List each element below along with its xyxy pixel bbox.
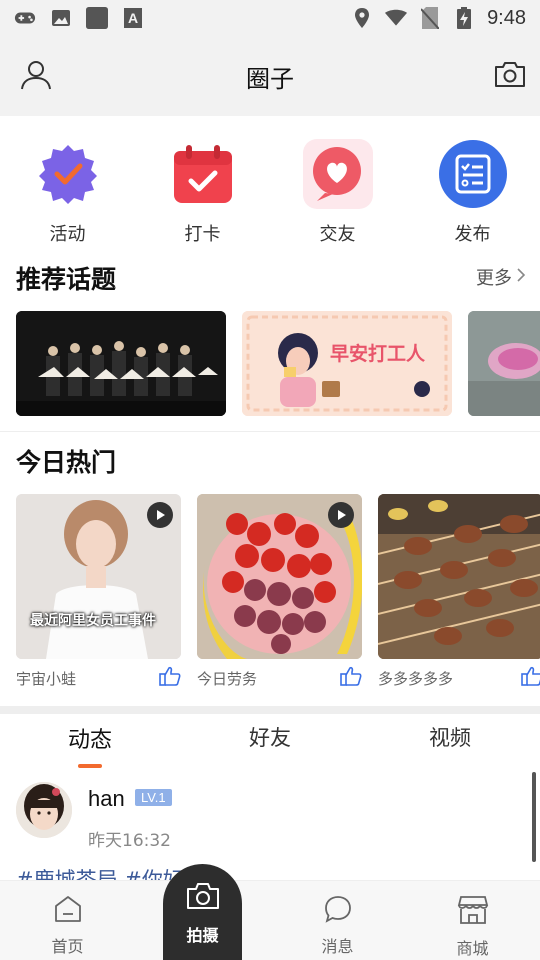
shop-icon	[457, 895, 489, 929]
quick-action-label: 活动	[49, 224, 86, 245]
hot-thumbnail[interactable]	[378, 494, 540, 659]
hot-thumbnail[interactable]: 最近阿里女员工事件	[16, 494, 181, 659]
thumbs-up-icon[interactable]	[521, 666, 540, 690]
gamepad-icon	[14, 7, 36, 29]
feed-tabs: 动态 好友 视频	[0, 722, 540, 754]
video-caption: 最近阿里女员工事件	[30, 613, 156, 629]
battery-charging-icon	[453, 7, 475, 29]
chevron-right-icon	[516, 267, 526, 288]
avatar[interactable]	[16, 782, 72, 838]
more-link[interactable]: 更多	[476, 264, 526, 290]
quick-action-publish[interactable]: 发布	[405, 138, 540, 246]
nav-home[interactable]: 首页	[0, 881, 135, 960]
hot-author: 多多多多多	[378, 669, 454, 688]
active-tab-indicator	[78, 764, 102, 768]
quick-action-checkin[interactable]: 打卡	[135, 138, 270, 246]
square-app-icon	[86, 7, 108, 29]
post-username[interactable]: han	[88, 786, 125, 812]
badge-check-icon	[32, 138, 104, 210]
wifi-icon	[385, 7, 408, 29]
thumbs-up-icon[interactable]	[340, 666, 362, 690]
tab-friends[interactable]: 好友	[180, 722, 360, 754]
user-icon[interactable]	[18, 56, 54, 92]
bottom-nav: 首页 消息 商城	[0, 880, 540, 960]
play-icon	[328, 502, 354, 528]
home-icon	[53, 895, 83, 927]
tab-video[interactable]: 视频	[360, 722, 540, 754]
thumbs-up-icon[interactable]	[159, 666, 181, 690]
topic-card[interactable]: 早安打工人	[242, 311, 452, 416]
play-icon	[147, 502, 173, 528]
topic-caption: 早安打工人	[330, 343, 426, 365]
scrollbar[interactable]	[532, 772, 536, 862]
nav-shop[interactable]: 商城	[405, 881, 540, 960]
topic-card[interactable]	[468, 311, 540, 416]
hot-card[interactable]: 今日劳务	[197, 494, 362, 689]
quick-action-friends[interactable]: 交友	[270, 138, 405, 246]
quick-action-label: 打卡	[184, 224, 221, 245]
nav-label: 消息	[321, 937, 354, 956]
level-badge: LV.1	[135, 789, 172, 806]
hot-list: 最近阿里女员工事件 宇宙小蛙 今日劳务 多多多多多	[16, 494, 540, 689]
status-bar: A 9:48	[0, 0, 540, 36]
calendar-check-icon	[167, 138, 239, 210]
chat-bubble-icon	[323, 895, 353, 927]
hot-thumbnail[interactable]	[197, 494, 362, 659]
no-sim-icon	[419, 7, 441, 29]
quick-actions: 活动 打卡 交友 发布	[0, 138, 540, 246]
section-divider	[0, 706, 540, 714]
checklist-icon	[437, 138, 509, 210]
hot-author: 今日劳务	[197, 669, 258, 688]
screen: A 9:48 圈子 活动 打卡 交友 发布 推荐话题 更多 早安打工人 今日热门…	[0, 0, 540, 960]
topic-carousel: 早安打工人	[16, 311, 540, 416]
topic-card[interactable]	[16, 311, 226, 416]
hot-author: 宇宙小蛙	[16, 669, 77, 688]
quick-action-label: 交友	[319, 224, 356, 245]
location-icon	[351, 7, 373, 29]
font-a-icon: A	[122, 7, 144, 29]
more-label: 更多	[476, 268, 512, 289]
nav-shoot-button[interactable]: 拍摄	[163, 864, 242, 960]
heart-chat-icon	[302, 138, 374, 210]
hot-card[interactable]: 最近阿里女员工事件 宇宙小蛙	[16, 494, 181, 689]
status-time: 9:48	[487, 6, 526, 29]
hot-card[interactable]: 多多多多多	[378, 494, 540, 689]
nav-label: 首页	[51, 937, 84, 956]
camera-icon	[186, 882, 220, 914]
hot-title: 今日热门	[16, 448, 117, 477]
recommended-title: 推荐话题	[16, 265, 117, 294]
nav-messages[interactable]: 消息	[270, 881, 405, 960]
post-time: 昨天16:32	[88, 831, 171, 851]
quick-action-activity[interactable]: 活动	[0, 138, 135, 246]
quick-action-label: 发布	[454, 224, 491, 245]
nav-label: 商城	[456, 939, 489, 958]
page-title: 圈子	[246, 64, 294, 93]
svg-text:A: A	[128, 10, 138, 26]
camera-icon[interactable]	[492, 56, 528, 92]
image-icon	[50, 7, 72, 29]
nav-label: 拍摄	[186, 926, 219, 945]
app-header: 圈子	[0, 36, 540, 116]
tab-dynamic[interactable]: 动态	[0, 722, 180, 754]
section-divider	[0, 431, 540, 432]
